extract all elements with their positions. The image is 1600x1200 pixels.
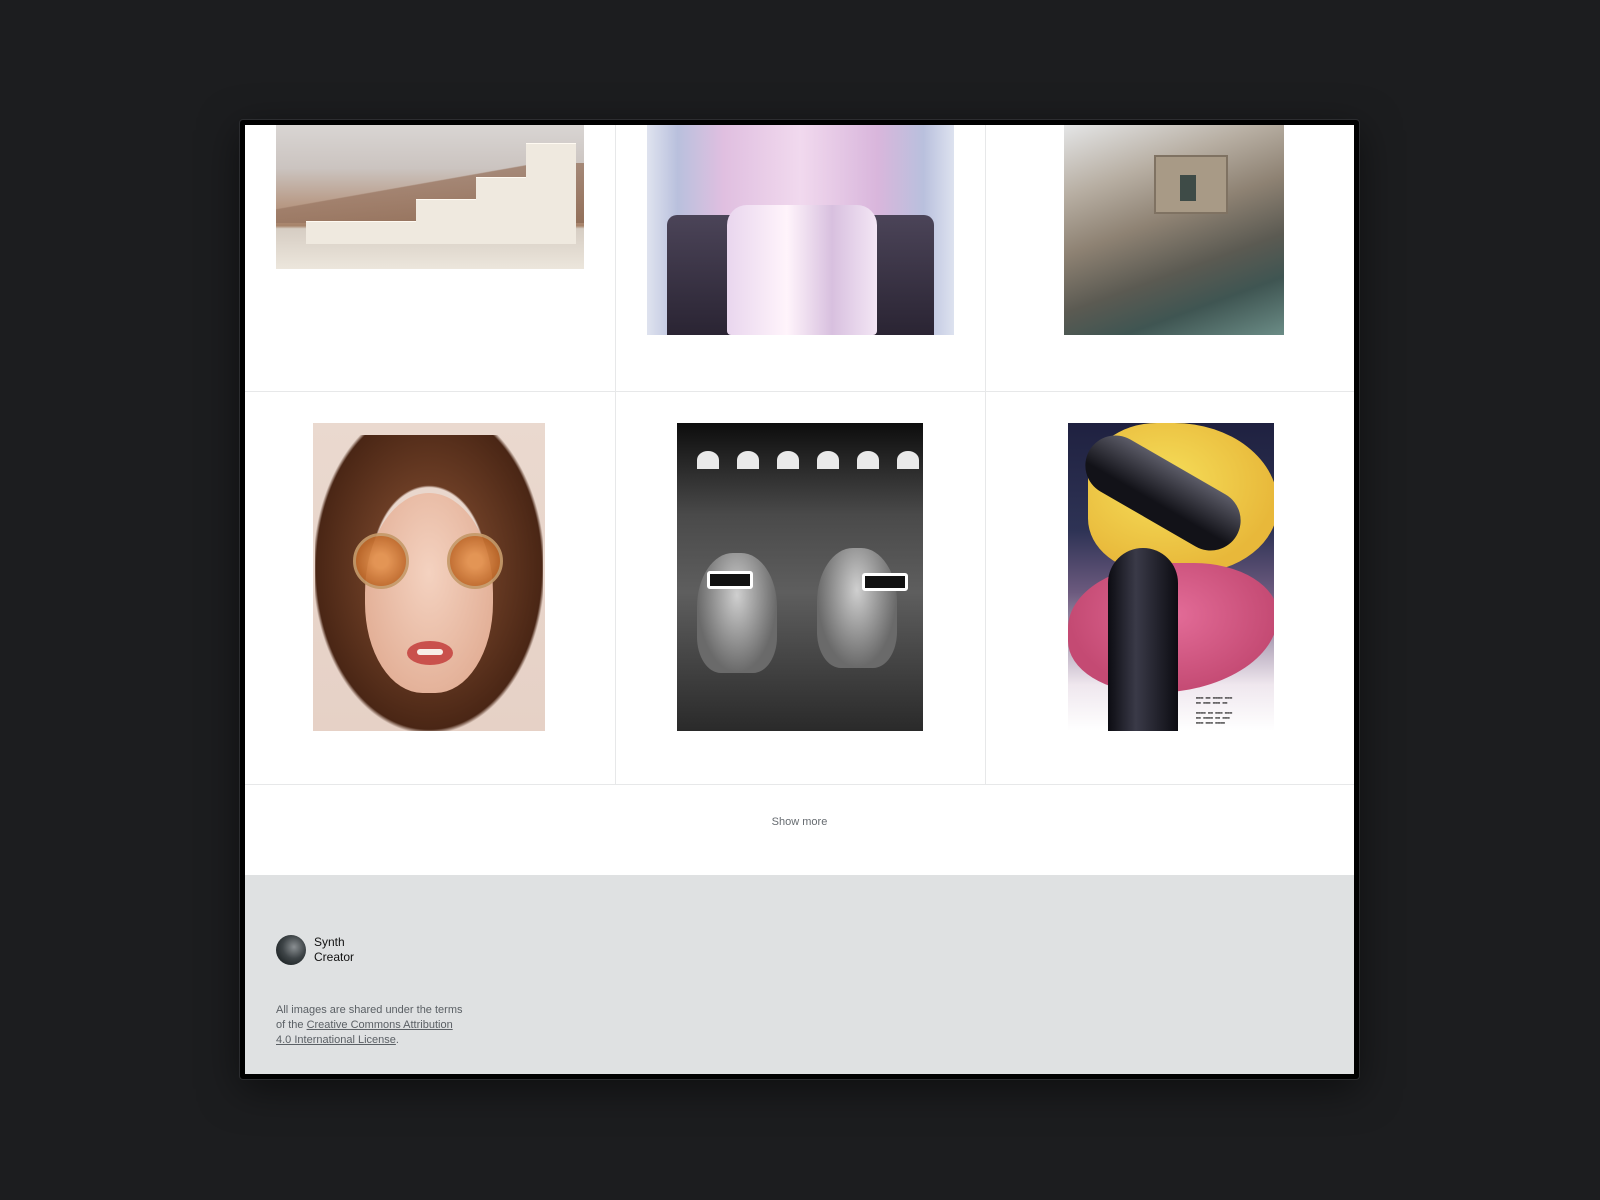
abstract-poster-image[interactable]: ▬▬▬ ▬▬ ▬▬▬▬ ▬▬▬ ▬▬ ▬▬▬ ▬▬▬ ▬▬ ▬▬▬▬ ▬▬ ▬▬▬ … bbox=[1068, 423, 1274, 731]
author-name-line2: Creator bbox=[314, 950, 355, 964]
show-more-button[interactable]: Show more bbox=[766, 815, 834, 829]
portrait-image[interactable] bbox=[313, 423, 545, 731]
gallery-cell[interactable] bbox=[615, 125, 985, 391]
browser-window: ▬▬▬ ▬▬ ▬▬▬▬ ▬▬▬ ▬▬ ▬▬▬ ▬▬▬ ▬▬ ▬▬▬▬ ▬▬ ▬▬▬ … bbox=[240, 120, 1359, 1079]
ceiling-light-shape bbox=[857, 451, 879, 469]
license-suffix-text: . bbox=[395, 1034, 399, 1046]
lips-shape bbox=[407, 641, 453, 665]
ceiling-light-shape bbox=[737, 451, 759, 469]
stair-shape bbox=[306, 221, 526, 244]
stair-shape bbox=[526, 143, 576, 244]
gallery-cell[interactable] bbox=[245, 125, 615, 391]
gallery-cell[interactable] bbox=[985, 125, 1354, 391]
stairs-in-desert-image[interactable] bbox=[276, 125, 584, 269]
author-name[interactable]: Synth Creator bbox=[314, 935, 354, 965]
gallery-cell[interactable] bbox=[615, 392, 985, 784]
cliff-house-image[interactable] bbox=[1064, 125, 1284, 335]
gallery-row bbox=[245, 125, 1354, 392]
gallery-row: ▬▬▬ ▬▬ ▬▬▬▬ ▬▬▬ ▬▬ ▬▬▬ ▬▬▬ ▬▬ ▬▬▬▬ ▬▬ ▬▬▬ … bbox=[245, 392, 1354, 785]
audience-member-shape bbox=[817, 548, 897, 668]
suit-shape bbox=[727, 205, 877, 335]
avatar[interactable] bbox=[276, 935, 306, 965]
glasses-lens-shape bbox=[353, 533, 409, 589]
glasses-lens-shape bbox=[447, 533, 503, 589]
stone-house-shape bbox=[1154, 155, 1228, 214]
gallery-cell[interactable]: ▬▬▬ ▬▬ ▬▬▬▬ ▬▬▬ ▬▬ ▬▬▬ ▬▬▬ ▬▬ ▬▬▬▬ ▬▬ ▬▬▬ … bbox=[985, 392, 1354, 784]
poster-fine-print: ▬▬▬ ▬▬ ▬▬▬▬ ▬▬▬ ▬▬ ▬▬▬ ▬▬▬ ▬▬ ▬▬▬▬ ▬▬ ▬▬▬ … bbox=[1196, 695, 1233, 725]
footer: Synth Creator All images are shared unde… bbox=[245, 875, 1354, 1074]
license-notice: All images are shared under the terms of… bbox=[276, 1003, 466, 1048]
ceiling-light-shape bbox=[697, 451, 719, 469]
author-block[interactable]: Synth Creator bbox=[276, 935, 354, 965]
black-arm-shape bbox=[1108, 548, 1178, 731]
page-viewport: ▬▬▬ ▬▬ ▬▬▬▬ ▬▬▬ ▬▬ ▬▬▬ ▬▬▬ ▬▬ ▬▬▬▬ ▬▬ ▬▬▬ … bbox=[245, 125, 1354, 1074]
3d-glasses-shape bbox=[862, 573, 908, 591]
author-name-line1: Synth bbox=[314, 935, 345, 949]
ceiling-light-shape bbox=[817, 451, 839, 469]
gallery-cell[interactable] bbox=[245, 392, 615, 784]
3d-glasses-shape bbox=[707, 571, 753, 589]
show-more-section: Show more bbox=[245, 785, 1354, 875]
ceiling-light-shape bbox=[777, 451, 799, 469]
ceiling-light-shape bbox=[897, 451, 919, 469]
pink-suit-image[interactable] bbox=[647, 125, 954, 335]
cinema-audience-image[interactable] bbox=[677, 423, 923, 731]
